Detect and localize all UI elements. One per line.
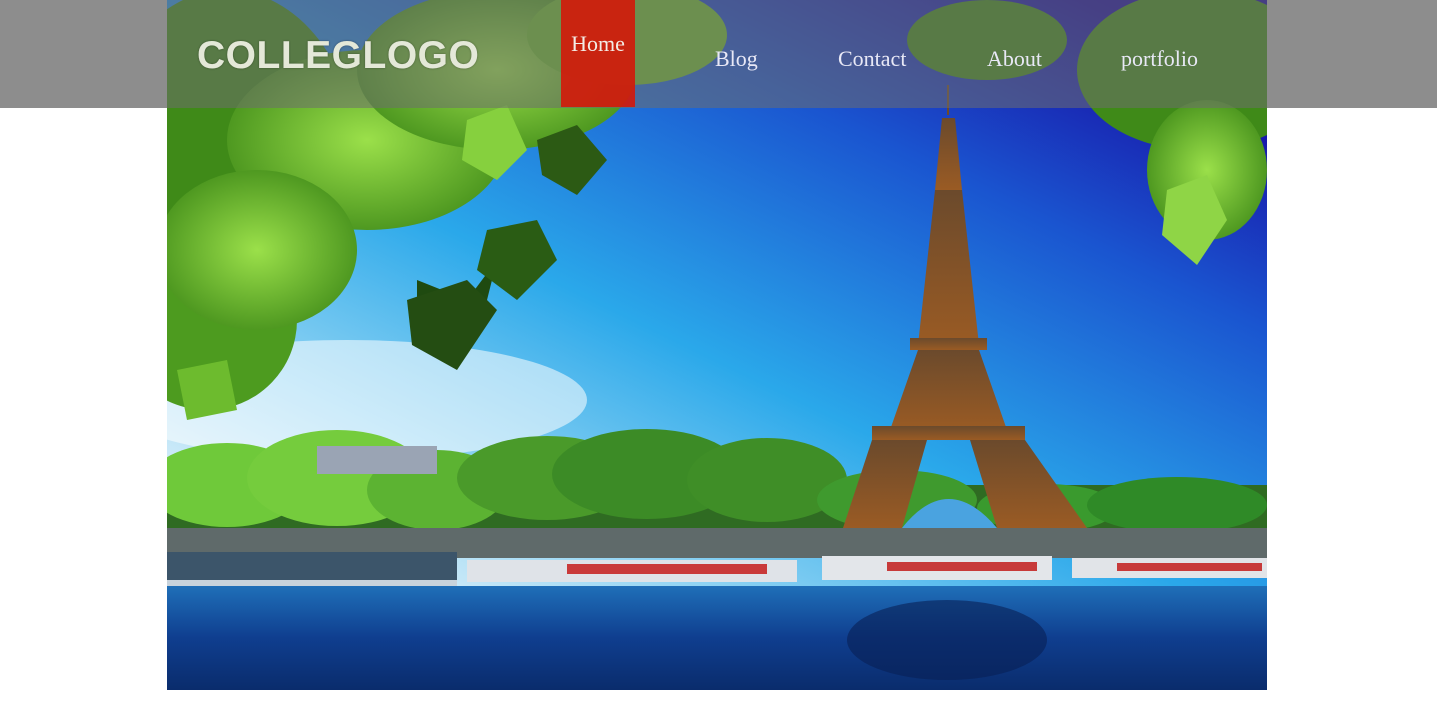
nav-blog-link[interactable]: Blog [715, 46, 758, 72]
site-header: COLLEGLOGO Home Blog Contact About portf… [167, 0, 1267, 108]
main-nav: Home Blog Contact About portfolio [167, 0, 1267, 108]
nav-about-link[interactable]: About [987, 46, 1042, 72]
page: COLLEGLOGO Home Blog Contact About portf… [0, 0, 1437, 719]
nav-contact-link[interactable]: Contact [838, 46, 906, 72]
nav-portfolio-link[interactable]: portfolio [1121, 46, 1198, 72]
nav-home-link[interactable]: Home [561, 0, 635, 107]
